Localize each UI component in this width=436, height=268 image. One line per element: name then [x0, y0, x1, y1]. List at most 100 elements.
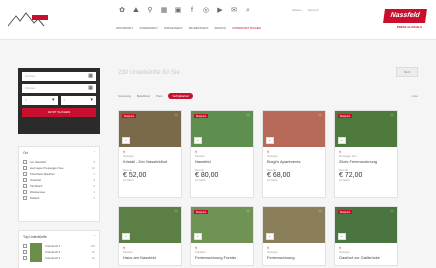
card-region: Pressegger See [339, 155, 357, 158]
checkbox[interactable] [23, 196, 27, 200]
location-pin-icon: ⚲ [123, 246, 126, 250]
grid-icon[interactable]: ▦ [160, 7, 168, 15]
nav-service[interactable]: SERVICE [215, 27, 226, 30]
checkbox[interactable] [23, 250, 27, 254]
nav-unterkunft-buchen[interactable]: UNTERKUNFT BUCHEN [232, 27, 261, 30]
heart-icon[interactable]: ♡ [174, 209, 178, 214]
instagram-icon[interactable]: ◎ [202, 7, 210, 15]
heart-icon[interactable]: ♡ [246, 113, 250, 118]
card-title[interactable]: Ferienwohnung [267, 255, 321, 260]
filter-option-count: 3 [93, 178, 95, 182]
nav-familienwelt[interactable]: FAMILIENWELT [164, 27, 183, 30]
card-region: Hermagor [267, 251, 278, 254]
card-title[interactable]: Kristall - Der Nassfeldhof [123, 159, 177, 164]
checkbox[interactable] [23, 244, 27, 248]
accommodation-card[interactable]: Bestpreis ♡ ★ ⚲ Hermagor Gasthof zur Gailbrüc… [334, 206, 398, 266]
checkbox[interactable] [23, 166, 27, 170]
brand-logo[interactable]: Nassfeld [383, 9, 427, 23]
accommodation-card[interactable]: ♡ ★ ⚲ Nassfeld Haus am Nassfeld [118, 206, 182, 266]
card-image[interactable]: ♡ ★ [119, 207, 181, 243]
card-title[interactable]: Zita's Ferienwohnung [339, 159, 393, 164]
heart-icon[interactable]: ♡ [246, 209, 250, 214]
accommodation-card[interactable]: Bestpreis ♡ ★ ⚲ Tröpolach Ferienwohnung Forst… [190, 206, 254, 266]
view-toggle[interactable]: Liste [412, 94, 418, 98]
card-image[interactable]: Bestpreis ♡ ★ [335, 207, 397, 243]
card-image[interactable]: Bestpreis ♡ ★ [119, 111, 181, 147]
search-button[interactable]: JETZT SUCHEN [22, 108, 96, 117]
checkbox[interactable] [23, 256, 27, 260]
calendar-icon: ▦ [88, 85, 93, 91]
card-image[interactable]: ♡ ★ [263, 111, 325, 147]
card-price: € 52,00 [123, 172, 147, 179]
adults-select[interactable]: 2 ▾ [22, 96, 58, 105]
heart-icon[interactable]: ♡ [174, 113, 178, 118]
checkbox[interactable] [23, 172, 27, 176]
tag-beliebtheit[interactable]: Beliebtheit [137, 94, 150, 98]
nav-erlebniswelt[interactable]: ERLEBNISWELT [189, 27, 209, 30]
heart-icon[interactable]: ♡ [390, 209, 394, 214]
location-pin-icon: ⚲ [123, 150, 126, 154]
lang-deutsch[interactable]: Deutsch [308, 8, 319, 12]
facebook-icon[interactable]: f [188, 7, 196, 15]
card-image[interactable]: ♡ ★ [263, 207, 325, 243]
guest-row: 2 ▾ 0 ▾ [22, 96, 96, 105]
card-image[interactable]: Bestpreis ♡ ★ [335, 111, 397, 147]
flower-icon[interactable]: ✿ [118, 7, 126, 15]
card-title[interactable]: Gasthof zur Gailbrücke [339, 255, 393, 260]
filter-title[interactable]: Top Unterkünfte ˆ [23, 235, 95, 239]
filter-title[interactable]: Ort ˆ [23, 151, 95, 155]
checkbox[interactable] [23, 178, 27, 182]
filter-option-label: Weissensee [30, 190, 46, 194]
accommodation-card[interactable]: ♡ ★ ⚲ Hermagor Ferienwohnung [262, 206, 326, 266]
tag-sortierung[interactable]: Sortierung [118, 94, 131, 98]
filter-option[interactable]: Dellach 2 [23, 195, 95, 201]
heart-icon[interactable]: ♡ [318, 113, 322, 118]
card-price: € 80,00 [195, 172, 219, 179]
heart-icon[interactable]: ♡ [318, 209, 322, 214]
card-image[interactable]: Bestpreis ♡ ★ [191, 207, 253, 243]
filter-option-label: Hermagor-Pressegger See [30, 166, 64, 170]
nav-sommerwelt[interactable]: SOMMERWELT [139, 27, 158, 30]
filter-option-label: Unterkunft 3 [45, 256, 61, 260]
accommodation-card[interactable]: Bestpreis ♡ ★ ⚲ Pressegger See Zita's Ferienw… [334, 110, 398, 198]
accommodation-card[interactable]: Bestpreis ♡ ★ ⚲ Hermagor Kristall - Der Nassf… [118, 110, 182, 198]
checkbox[interactable] [23, 184, 27, 188]
card-region: Hermagor [123, 155, 134, 158]
site-logo[interactable] [7, 11, 52, 29]
accommodation-card[interactable]: Bestpreis ♡ ★ ⚲ Nassfeld Nassfeld Preis ab € 80… [190, 110, 254, 198]
card-region: Hermagor [267, 155, 278, 158]
children-select[interactable]: 0 ▾ [60, 96, 96, 105]
bike-icon[interactable]: ⚲ [146, 7, 154, 15]
card-title[interactable]: Haus am Nassfeld [123, 255, 177, 260]
card-title[interactable]: Burgi's Apartments [267, 159, 321, 164]
card-body: ⚲ Hermagor Gasthof zur Gailbrücke [335, 243, 397, 263]
arrival-field[interactable]: Anreise ▦ [22, 72, 96, 81]
filter-option-count: 2 [93, 196, 95, 200]
departure-field[interactable]: Abreise ▦ [22, 84, 96, 93]
tag-preis[interactable]: Preis [156, 94, 162, 98]
filter-thumbnail [30, 254, 42, 262]
youtube-icon[interactable]: ▶ [216, 7, 224, 15]
filter-option[interactable]: Unterkunft 3 22 [23, 254, 95, 262]
mail-icon[interactable]: ✉ [230, 7, 238, 15]
filter-option-label: Unterkunft 1 [45, 244, 61, 248]
accommodation-card[interactable]: ♡ ★ ⚲ Hermagor Burgi's Apartments Preis ab € 6… [262, 110, 326, 198]
hiker-icon[interactable]: ⛰ [132, 7, 140, 15]
card-title[interactable]: Nassfeld [195, 159, 249, 164]
nav-winterwelt[interactable]: WINTERWELT [116, 27, 133, 30]
checkbox[interactable] [23, 190, 27, 194]
lang-italiano[interactable]: Italiano [292, 8, 302, 12]
search-icon[interactable]: ⌕ [244, 7, 252, 15]
location-pin-icon: ⚲ [339, 246, 342, 250]
heart-icon[interactable]: ♡ [390, 113, 394, 118]
rating-icon: ★ [194, 233, 202, 240]
site-header: ✿ ⛰ ⚲ ▦ ▣ f ◎ ▶ ✉ ⌕ Italiano Deutsch WIN… [0, 0, 436, 40]
sort-button[interactable]: Sort [396, 67, 418, 77]
card-title[interactable]: Ferienwohnung Forster [195, 255, 249, 260]
tag-verfuegbarkeit[interactable]: Verfügbarkeit [168, 93, 193, 99]
checkbox[interactable] [23, 160, 27, 164]
calendar-icon[interactable]: ▣ [174, 7, 182, 15]
mountain-logo-icon [7, 12, 48, 27]
card-image[interactable]: Bestpreis ♡ ★ [191, 111, 253, 147]
card-region: Nassfeld [123, 251, 133, 254]
